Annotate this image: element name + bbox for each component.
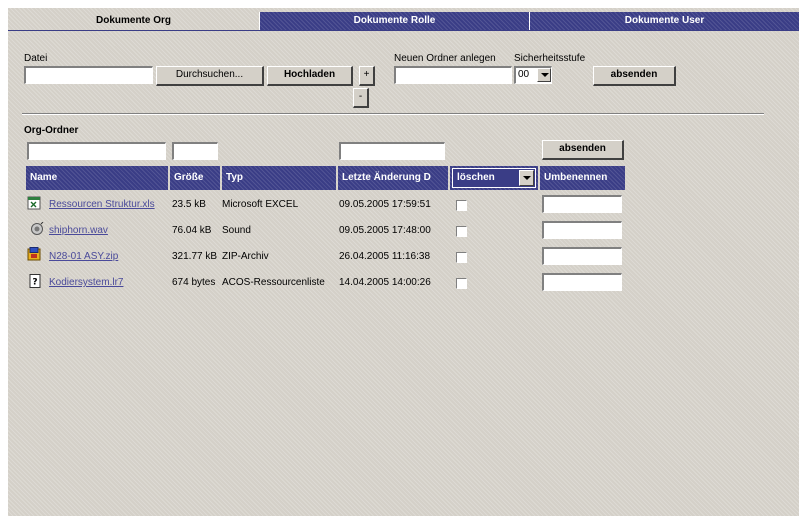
file-size: 321.77 kB bbox=[172, 251, 218, 262]
file-size: 76.04 kB bbox=[172, 225, 212, 236]
create-folder-submit-button[interactable]: absenden bbox=[593, 66, 676, 86]
rename-input[interactable] bbox=[542, 195, 622, 213]
file-modified: 09.05.2005 17:48:00 bbox=[339, 225, 431, 236]
file-modified: 09.05.2005 17:59:51 bbox=[339, 199, 431, 210]
file-link[interactable]: N28-01 ASY.zip bbox=[49, 251, 118, 262]
column-header-size[interactable]: Größe bbox=[170, 166, 220, 190]
table-row: Ressourcen Struktur.xls 23.5 kB Microsof… bbox=[0, 192, 791, 216]
rename-input[interactable] bbox=[542, 273, 622, 291]
tab-dokumente-user[interactable]: Dokumente User bbox=[529, 12, 799, 30]
file-link[interactable]: shiphorn.wav bbox=[49, 225, 108, 236]
column-header-modified[interactable]: Letzte Änderung D bbox=[338, 166, 448, 190]
tab-underline bbox=[8, 30, 799, 31]
svg-text:?: ? bbox=[32, 278, 37, 288]
file-modified: 26.04.2005 11:16:38 bbox=[339, 251, 431, 262]
file-type: Sound bbox=[222, 225, 251, 236]
file-link[interactable]: Ressourcen Struktur.xls bbox=[49, 199, 155, 210]
filter-submit-button[interactable]: absenden bbox=[542, 140, 624, 160]
delete-checkbox[interactable] bbox=[456, 252, 467, 263]
delete-action-select[interactable]: löschen bbox=[452, 168, 536, 188]
file-type: ACOS-Ressourcenliste bbox=[222, 277, 325, 288]
rename-input[interactable] bbox=[542, 221, 622, 239]
chevron-down-icon[interactable] bbox=[537, 68, 551, 82]
section-divider bbox=[22, 113, 764, 115]
security-level-label: Sicherheitsstufe bbox=[514, 53, 586, 64]
browse-button[interactable]: Durchsuchen... bbox=[156, 66, 264, 86]
unknown-file-icon: ? bbox=[29, 274, 41, 288]
org-folder-label: Org-Ordner bbox=[24, 125, 79, 136]
filter-name-input[interactable] bbox=[27, 142, 166, 160]
rename-input[interactable] bbox=[542, 247, 622, 265]
file-link[interactable]: Kodiersystem.lr7 bbox=[49, 277, 123, 288]
file-size: 23.5 kB bbox=[172, 199, 206, 210]
file-size: 674 bytes bbox=[172, 277, 216, 288]
zip-file-icon bbox=[27, 247, 41, 261]
remove-file-button[interactable]: - bbox=[353, 88, 369, 108]
new-folder-input[interactable] bbox=[394, 66, 512, 84]
file-type: Microsoft EXCEL bbox=[222, 199, 299, 210]
add-file-button[interactable]: + bbox=[359, 66, 375, 86]
new-folder-label: Neuen Ordner anlegen bbox=[394, 53, 496, 64]
delete-checkbox[interactable] bbox=[456, 200, 467, 211]
filter-date-input[interactable] bbox=[339, 142, 445, 160]
sound-file-icon bbox=[31, 222, 44, 235]
column-header-name[interactable]: Name bbox=[26, 166, 168, 190]
column-header-type[interactable]: Typ bbox=[222, 166, 336, 190]
delete-action-value: löschen bbox=[457, 172, 495, 183]
delete-checkbox[interactable] bbox=[456, 278, 467, 289]
tab-dokumente-rolle[interactable]: Dokumente Rolle bbox=[259, 12, 529, 30]
tab-dokumente-org[interactable]: Dokumente Org bbox=[8, 12, 259, 30]
column-header-rename[interactable]: Umbenennen bbox=[540, 166, 625, 190]
excel-file-icon bbox=[27, 196, 41, 210]
security-level-value: 00 bbox=[518, 69, 530, 80]
delete-checkbox[interactable] bbox=[456, 226, 467, 237]
chevron-down-icon[interactable] bbox=[519, 170, 534, 186]
filter-size-input[interactable] bbox=[172, 142, 218, 160]
file-type: ZIP-Archiv bbox=[222, 251, 269, 262]
file-path-input[interactable] bbox=[24, 66, 153, 84]
file-modified: 14.04.2005 14:00:26 bbox=[339, 277, 431, 288]
table-row: ? Kodiersystem.lr7 674 bytes ACOS-Ressou… bbox=[0, 270, 791, 294]
table-row: shiphorn.wav 76.04 kB Sound 09.05.2005 1… bbox=[0, 218, 791, 242]
security-level-select[interactable]: 00 bbox=[514, 66, 552, 84]
table-row: N28-01 ASY.zip 321.77 kB ZIP-Archiv 26.0… bbox=[0, 244, 791, 268]
upload-button[interactable]: Hochladen bbox=[267, 66, 353, 86]
datei-label: Datei bbox=[24, 53, 48, 64]
